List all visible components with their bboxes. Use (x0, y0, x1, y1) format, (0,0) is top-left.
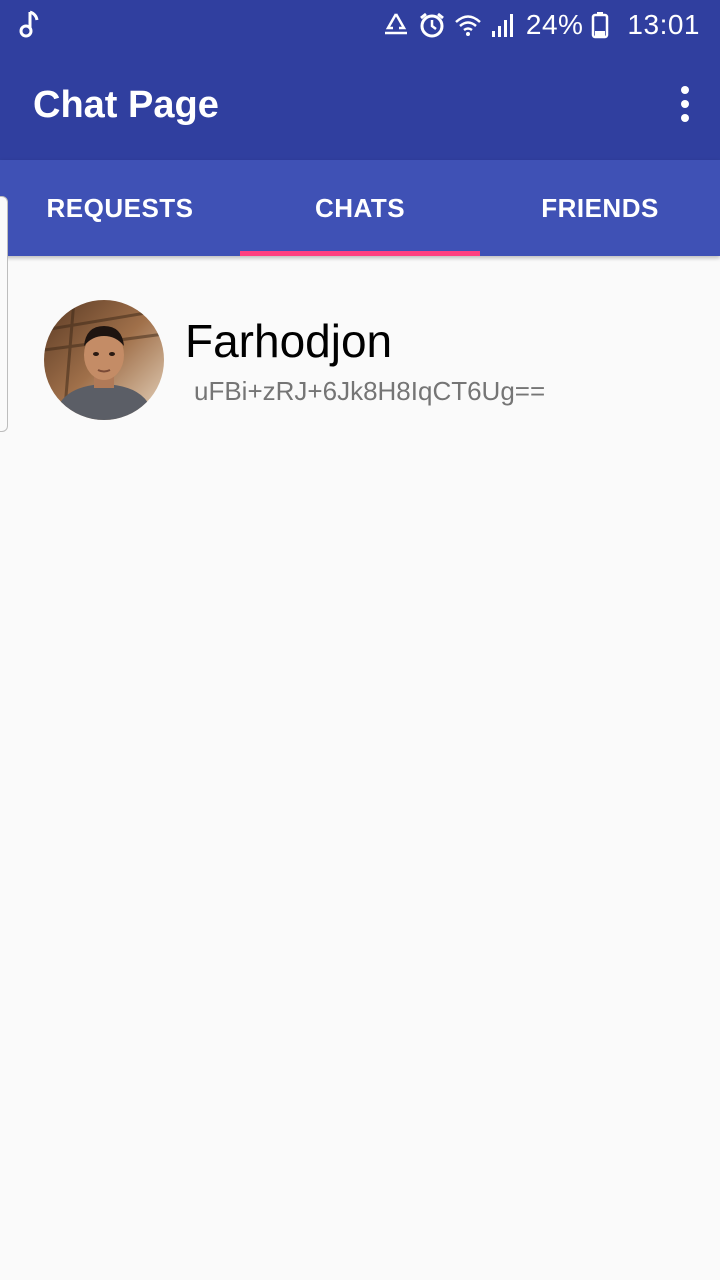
tab-chats[interactable]: CHATS (240, 160, 480, 256)
app-bar: Chat Page (0, 50, 720, 160)
page-title: Chat Page (33, 84, 219, 126)
wifi-icon (454, 11, 482, 39)
overflow-menu-icon[interactable] (678, 86, 692, 122)
status-bar: 24% 13:01 (0, 0, 720, 50)
avatar (44, 300, 164, 420)
chat-list-item[interactable]: Farhodjon uFBi+zRJ+6Jk8H8IqCT6Ug== (0, 280, 720, 440)
recycle-icon (382, 11, 410, 39)
tab-friends[interactable]: FRIENDS (480, 160, 720, 256)
tab-requests[interactable]: REQUESTS (0, 160, 240, 256)
chat-last-message: uFBi+zRJ+6Jk8H8IqCT6Ug== (194, 376, 546, 406)
music-note-icon (18, 9, 42, 39)
tab-bar: REQUESTS CHATS FRIENDS (0, 160, 720, 256)
battery-icon (591, 11, 619, 39)
battery-percent: 24% (525, 9, 584, 40)
chat-name: Farhodjon (185, 315, 393, 367)
status-time: 13:01 (627, 9, 700, 40)
alarm-icon (418, 11, 446, 39)
tab-label: REQUESTS (46, 192, 194, 223)
signal-icon (490, 11, 518, 39)
tab-label: FRIENDS (541, 192, 659, 223)
tab-indicator (240, 251, 480, 256)
tab-label: CHATS (314, 192, 406, 223)
